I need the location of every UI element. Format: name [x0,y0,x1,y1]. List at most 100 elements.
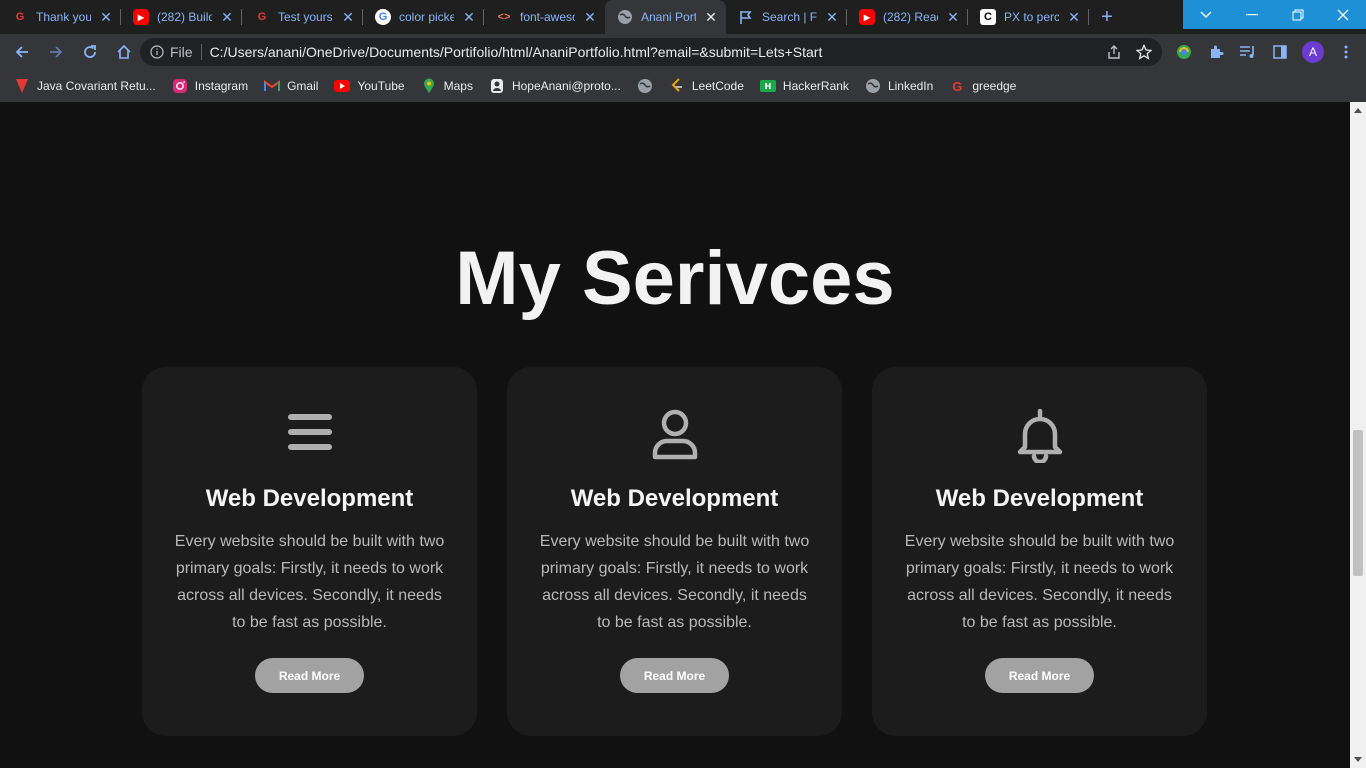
puzzle-icon[interactable] [1206,42,1226,62]
close-icon[interactable]: ✕ [704,10,718,24]
close-icon [1337,9,1349,20]
new-tab-button[interactable]: + [1089,0,1125,34]
extension-icon[interactable] [1174,42,1194,62]
close-icon[interactable]: ✕ [825,10,839,24]
code-icon: <> [497,11,511,23]
globe-icon [637,78,653,94]
bookmark-label: HackerRank [782,79,849,93]
forward-button[interactable] [40,36,72,68]
close-icon[interactable]: ✕ [99,10,113,24]
close-icon[interactable]: ✕ [462,10,476,24]
read-more-button[interactable]: Read More [985,658,1094,693]
bookmark-youtube[interactable]: YouTube [334,78,405,94]
close-icon[interactable]: ✕ [341,10,355,24]
service-card: Web Development Every website should be … [507,367,842,736]
tab-6[interactable]: Search | Fo ✕ [726,0,847,34]
tab-1[interactable]: ▶ (282) Build ✕ [121,0,242,34]
tab-8[interactable]: C PX to perc ✕ [968,0,1089,34]
minimize-button[interactable] [1229,0,1275,29]
grammarly-icon: G [257,11,267,23]
media-control-icon[interactable] [1238,42,1258,62]
scrollbar-thumb[interactable] [1353,430,1363,576]
bookmark-globe[interactable] [637,78,653,94]
bookmark-hackerrank[interactable]: H HackerRank [759,78,849,94]
bookmark-label: LeetCode [691,79,744,93]
tab-search-button[interactable] [1183,0,1229,29]
close-icon[interactable]: ✕ [583,10,597,24]
browser-toolbar: File C:/Users/anani/OneDrive/Documents/P… [0,34,1366,70]
profile-avatar[interactable]: A [1302,41,1324,63]
arrow-left-icon [15,46,28,58]
caret-down-icon [1354,757,1362,762]
bookmark-instagram[interactable]: Instagram [172,78,248,94]
home-icon [117,44,131,59]
url-text[interactable]: C:/Users/anani/OneDrive/Documents/Portif… [210,44,823,60]
bookmark-label: Java Covariant Retu... [37,79,156,93]
file-label: File [170,44,193,60]
hackerrank-icon: H [759,78,776,94]
tab-3[interactable]: G color picke ✕ [363,0,484,34]
tab-title: (282) Build [157,10,212,24]
bookmark-label: Gmail [287,79,319,93]
close-window-button[interactable] [1320,0,1366,29]
globe-icon [617,9,633,25]
close-icon[interactable]: ✕ [1067,10,1081,24]
google-icon: G [375,9,391,25]
service-card: Web Development Every website should be … [142,367,477,736]
star-icon[interactable] [1136,44,1152,60]
restore-icon [1292,9,1304,20]
tab-2[interactable]: G Test yourse ✕ [242,0,363,34]
scroll-up-button[interactable] [1350,102,1366,118]
read-more-button[interactable]: Read More [255,658,364,693]
youtube-icon: ▶ [859,9,875,25]
close-icon[interactable]: ✕ [220,10,234,24]
bookmark-maps[interactable]: Maps [421,78,473,94]
bookmark-linkedin[interactable]: LinkedIn [865,78,933,94]
side-panel-icon[interactable] [1270,42,1290,62]
bookmark-label: Maps [443,79,473,93]
flag-icon [738,9,754,25]
menu-icon[interactable] [1336,42,1356,62]
svg-text:H: H [765,82,772,91]
tab-4[interactable]: <> font-aweso ✕ [484,0,605,34]
bookmark-java[interactable]: Java Covariant Retu... [14,78,156,94]
bookmark-gmail[interactable]: Gmail [264,78,318,94]
bookmarks-bar: Java Covariant Retu... Instagram Gmail Y… [0,70,1366,102]
arrow-right-icon [50,46,63,58]
bookmark-greedge[interactable]: G greedge [949,78,1016,94]
tab-title: PX to perc [1004,10,1059,24]
scroll-down-button[interactable] [1350,752,1366,768]
tab-7[interactable]: ▶ (282) Reac ✕ [847,0,968,34]
section-title: My Serivces [455,236,895,321]
tab-0[interactable]: G Thank you! ✕ [0,0,121,34]
instagram-icon [172,78,188,94]
home-button[interactable] [108,36,140,68]
java-icon [14,78,30,94]
reload-button[interactable] [74,36,106,68]
restore-button[interactable] [1275,0,1321,29]
back-button[interactable] [6,36,38,68]
tab-title: Test yourse [278,10,333,24]
tab-title: (282) Reac [883,10,938,24]
vertical-scrollbar[interactable] [1350,102,1366,768]
read-more-button[interactable]: Read More [620,658,729,693]
grammarly-icon: G [15,11,25,23]
caret-up-icon [1354,108,1362,113]
maps-icon [421,78,437,94]
tab-title: font-aweso [520,10,575,24]
youtube-icon [334,78,351,94]
bookmark-label: LinkedIn [887,79,934,93]
card-description: Every website should be built with two p… [174,533,445,631]
tab-5[interactable]: Anani Port ✕ [605,0,726,34]
address-bar[interactable]: File C:/Users/anani/OneDrive/Documents/P… [140,38,1162,66]
close-icon[interactable]: ✕ [946,10,960,24]
user-icon [507,409,842,465]
bookmark-proton[interactable]: HopeAnani@proto... [489,78,621,94]
minimize-icon [1246,13,1258,15]
info-icon[interactable] [150,45,164,59]
bookmark-leetcode[interactable]: LeetCode [669,78,744,94]
share-icon[interactable] [1106,44,1122,60]
tab-strip: G Thank you! ✕ ▶ (282) Build ✕ G Test yo… [0,0,1366,34]
tab-title: color picke [399,10,454,24]
proton-icon [489,78,505,94]
